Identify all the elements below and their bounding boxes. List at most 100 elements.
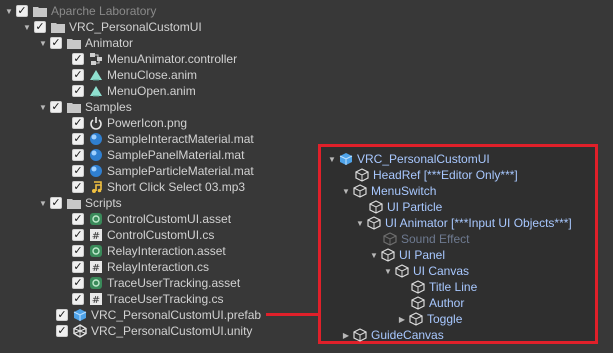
hierarchy-item[interactable]: HeadRef [***Editor Only***] [355, 167, 518, 183]
scripts-label: Scripts [85, 196, 122, 210]
gameobject-cube-icon [353, 184, 367, 198]
list-item[interactable]: ✓ PowerIcon.png [72, 115, 187, 131]
collapse-arrow-icon[interactable]: ▼ [355, 215, 365, 231]
item-checkbox[interactable]: ✓ [72, 245, 84, 257]
hierarchy-item-label: GuideCanvas [371, 328, 444, 342]
hierarchy-item[interactable]: ▶ Toggle [397, 311, 462, 327]
tree-root-row[interactable]: ▼ ✓ Aparche Laboratory [4, 3, 156, 19]
animator-checkbox[interactable]: ✓ [50, 37, 62, 49]
material-sphere-icon [89, 148, 103, 162]
folder-label: VRC_PersonalCustomUI [69, 20, 202, 34]
material-sphere-icon [89, 164, 103, 178]
gameobject-cube-icon [395, 264, 409, 278]
list-item[interactable]: ✓ # TraceUserTracking.cs [72, 291, 223, 307]
list-item[interactable]: ✓ # ControlCustomUI.cs [72, 227, 214, 243]
item-label: TraceUserTracking.cs [107, 292, 224, 306]
item-checkbox[interactable]: ✓ [72, 117, 84, 129]
gameobject-cube-icon [411, 280, 425, 294]
folder-icon [67, 196, 81, 210]
item-checkbox[interactable]: ✓ [72, 53, 84, 65]
list-item[interactable]: ✓ # RelayInteraction.cs [72, 259, 209, 275]
collapse-arrow-icon[interactable]: ▼ [327, 151, 337, 167]
hierarchy-item[interactable]: Title Line [411, 279, 477, 295]
csharp-script-icon: # [89, 292, 103, 306]
tree-folder-row[interactable]: ▼ ✓ VRC_PersonalCustomUI [22, 19, 202, 35]
hierarchy-root-row[interactable]: ▼ VRC_PersonalCustomUI [327, 151, 490, 167]
hierarchy-item[interactable]: Author [411, 295, 464, 311]
list-item[interactable]: ✓ RelayInteraction.asset [72, 243, 226, 259]
udon-asset-icon [89, 212, 103, 226]
collapse-arrow-icon[interactable]: ▼ [369, 247, 379, 263]
item-label: RelayInteraction.asset [107, 244, 226, 258]
unity-scene-row[interactable]: ✓ VRC_PersonalCustomUI.unity [56, 323, 252, 339]
udon-asset-icon [89, 276, 103, 290]
samples-checkbox[interactable]: ✓ [50, 101, 62, 113]
gameobject-cube-icon [355, 168, 369, 182]
material-sphere-icon [89, 132, 103, 146]
hierarchy-item[interactable]: Sound Effect [383, 231, 470, 247]
item-checkbox[interactable]: ✓ [72, 85, 84, 97]
collapse-arrow-icon[interactable]: ▼ [38, 35, 48, 51]
hierarchy-item-label: UI Particle [387, 200, 443, 214]
prefab-row[interactable]: ✓ VRC_PersonalCustomUI.prefab [56, 307, 261, 323]
list-item[interactable]: ✓ MenuOpen.anim [72, 83, 196, 99]
root-checkbox[interactable]: ✓ [16, 5, 28, 17]
hierarchy-item[interactable]: UI Particle [369, 199, 442, 215]
item-checkbox[interactable]: ✓ [72, 261, 84, 273]
gameobject-cube-icon [369, 200, 383, 214]
folder-icon [51, 20, 65, 34]
unity-checkbox[interactable]: ✓ [56, 325, 68, 337]
item-label: Short Click Select 03.mp3 [107, 180, 246, 194]
list-item[interactable]: ✓ SamplePanelMaterial.mat [72, 147, 244, 163]
tree-samples-row[interactable]: ▼ ✓ Samples [38, 99, 132, 115]
hierarchy-item[interactable]: ▶ GuideCanvas [341, 327, 444, 343]
collapse-arrow-icon[interactable]: ▼ [22, 19, 32, 35]
tree-scripts-row[interactable]: ▼ ✓ Scripts [38, 195, 122, 211]
hierarchy-root-label: VRC_PersonalCustomUI [357, 152, 490, 166]
unity-scene-icon [73, 324, 87, 338]
expand-arrow-icon[interactable]: ▶ [341, 327, 351, 343]
item-label: ControlCustomUI.asset [107, 212, 232, 226]
collapse-arrow-icon[interactable]: ▼ [38, 195, 48, 211]
highlight-connector-line [266, 313, 318, 316]
prefab-checkbox[interactable]: ✓ [56, 309, 68, 321]
item-checkbox[interactable]: ✓ [72, 229, 84, 241]
svg-text:#: # [92, 295, 100, 306]
hierarchy-item[interactable]: ▼ UI Panel [369, 247, 445, 263]
collapse-arrow-icon[interactable]: ▼ [4, 3, 14, 19]
collapse-arrow-icon[interactable]: ▼ [38, 99, 48, 115]
list-item[interactable]: ✓ SampleInteractMaterial.mat [72, 131, 254, 147]
item-checkbox[interactable]: ✓ [72, 213, 84, 225]
csharp-script-icon: # [89, 228, 103, 242]
list-item[interactable]: ✓ SampleParticleMaterial.mat [72, 163, 254, 179]
item-checkbox[interactable]: ✓ [72, 277, 84, 289]
gameobject-cube-icon [409, 312, 423, 326]
gameobject-cube-icon [367, 216, 381, 230]
item-label: ControlCustomUI.cs [107, 228, 215, 242]
expand-arrow-icon[interactable]: ▶ [397, 311, 407, 327]
item-checkbox[interactable]: ✓ [72, 133, 84, 145]
item-checkbox[interactable]: ✓ [72, 293, 84, 305]
item-checkbox[interactable]: ✓ [72, 181, 84, 193]
collapse-arrow-icon[interactable]: ▼ [341, 183, 351, 199]
prefab-cube-icon [73, 308, 87, 322]
item-checkbox[interactable]: ✓ [72, 165, 84, 177]
animator-controller-icon [89, 52, 103, 66]
gameobject-cube-icon [383, 232, 397, 246]
scripts-checkbox[interactable]: ✓ [50, 197, 62, 209]
list-item[interactable]: ✓ MenuClose.anim [72, 67, 197, 83]
list-item[interactable]: ✓ MenuAnimator.controller [72, 51, 237, 67]
power-icon [89, 116, 103, 130]
item-label: PowerIcon.png [107, 116, 188, 130]
list-item[interactable]: ✓ ControlCustomUI.asset [72, 211, 231, 227]
hierarchy-item[interactable]: ▼ UI Canvas [383, 263, 469, 279]
item-checkbox[interactable]: ✓ [72, 69, 84, 81]
folder-checkbox[interactable]: ✓ [34, 21, 46, 33]
hierarchy-item[interactable]: ▼ MenuSwitch [341, 183, 436, 199]
list-item[interactable]: ✓ TraceUserTracking.asset [72, 275, 240, 291]
list-item[interactable]: ✓ Short Click Select 03.mp3 [72, 179, 245, 195]
collapse-arrow-icon[interactable]: ▼ [383, 263, 393, 279]
tree-animator-row[interactable]: ▼ ✓ Animator [38, 35, 133, 51]
hierarchy-item[interactable]: ▼ UI Animator [***Input UI Objects***] [355, 215, 572, 231]
item-checkbox[interactable]: ✓ [72, 149, 84, 161]
